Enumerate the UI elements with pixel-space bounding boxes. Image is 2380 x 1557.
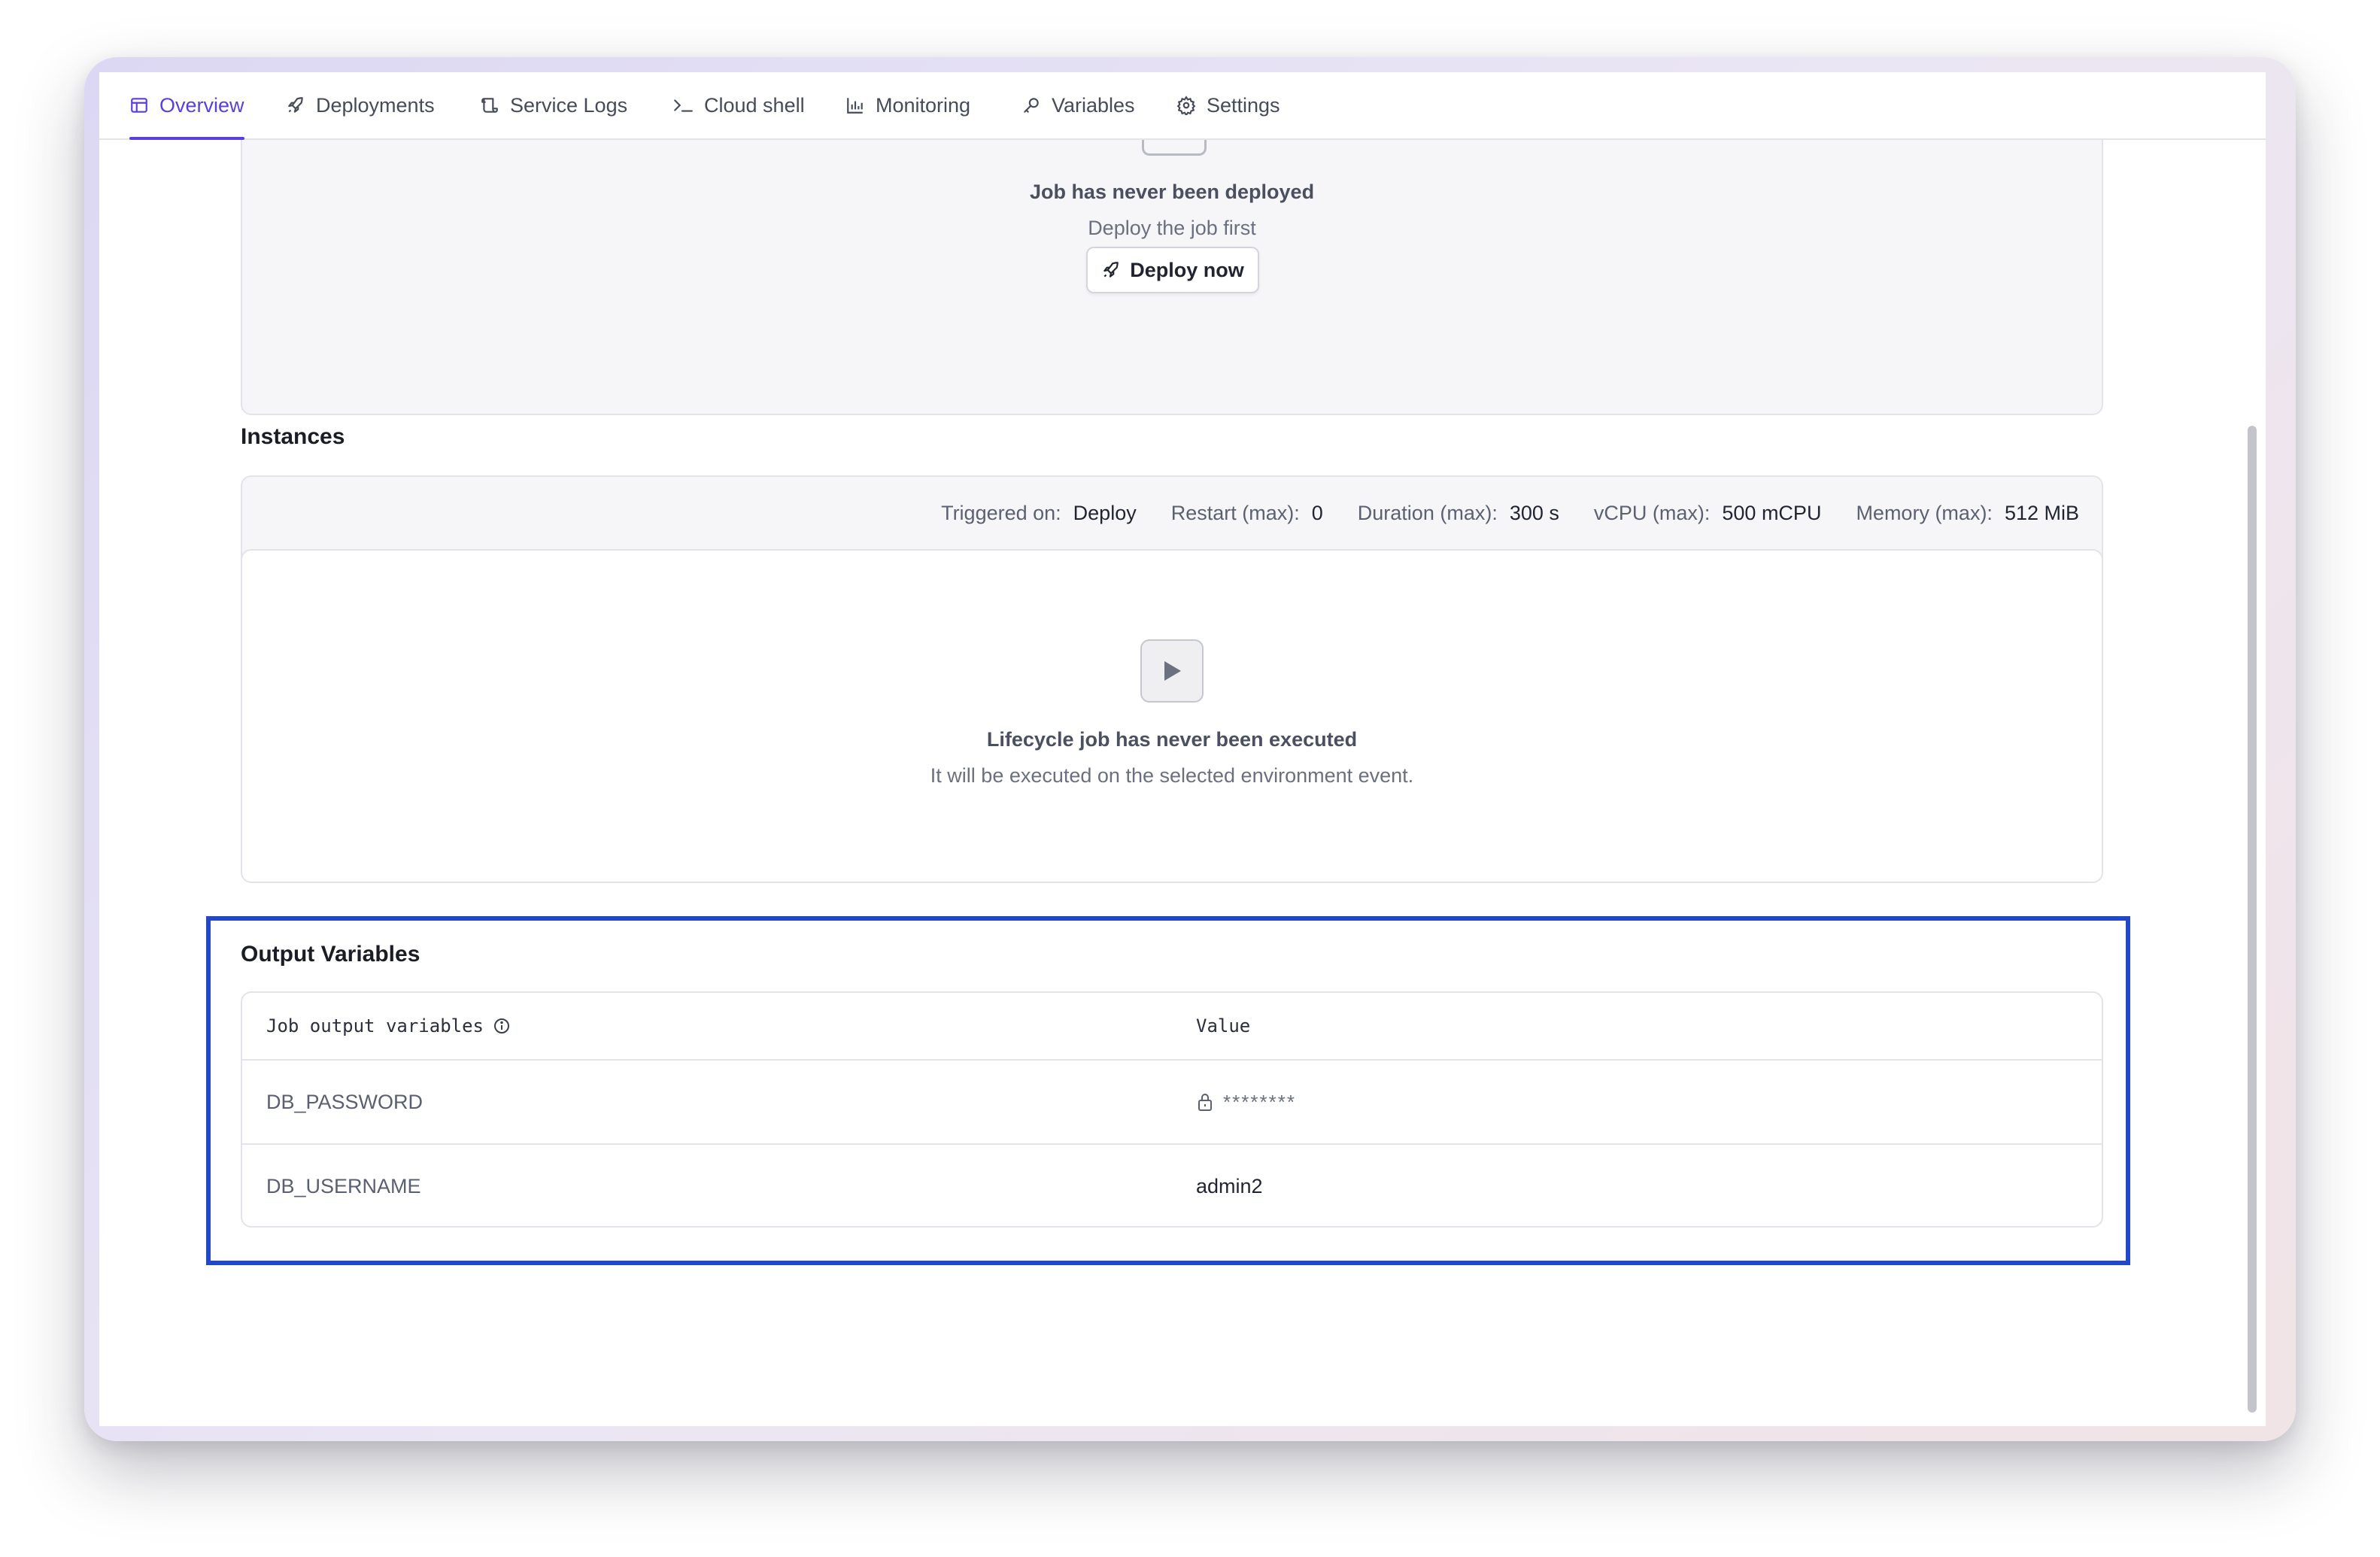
tab-settings[interactable]: Settings: [1176, 72, 1280, 138]
tab-label: Overview: [159, 93, 244, 117]
tab-label: Cloud shell: [704, 93, 805, 117]
deploy-empty-card: Job has never been deployed Deploy the j…: [241, 117, 2103, 415]
deploy-empty-subtitle: Deploy the job first: [1088, 217, 1256, 239]
play-icon: [1140, 639, 1204, 703]
gear-icon: [1176, 96, 1196, 115]
instances-card: Triggered on: Deploy Restart (max): 0 Dura…: [241, 475, 2103, 883]
key-icon: [1024, 98, 1039, 113]
deploy-now-label: Deploy now: [1130, 258, 1244, 281]
chart-icon: [847, 98, 863, 114]
tab-label: Variables: [1052, 93, 1135, 117]
meta-triggered-on: Triggered on: Deploy: [941, 501, 1137, 524]
deploy-now-button[interactable]: Deploy now: [1086, 247, 1259, 293]
tab-label: Settings: [1207, 93, 1280, 117]
tab-deployments[interactable]: Deployments: [286, 72, 435, 138]
tab-label: Monitoring: [876, 93, 971, 117]
highlight-box: [206, 916, 2130, 1265]
vertical-scrollbar[interactable]: [2248, 426, 2257, 1413]
tab-label: Service Logs: [510, 93, 628, 117]
meta-memory: Memory (max): 512 MiB: [1856, 501, 2079, 524]
meta-restart: Restart (max): 0: [1170, 501, 1323, 524]
scroll-icon: [481, 98, 498, 113]
tab-monitoring[interactable]: Monitoring: [845, 72, 970, 138]
instances-empty-subtitle: It will be executed on the selected envi…: [930, 764, 1414, 787]
meta-duration: Duration (max): 300 s: [1357, 501, 1559, 524]
instances-title: Instances: [241, 424, 345, 449]
tab-label: Deployments: [316, 93, 435, 117]
meta-vcpu: vCPU (max): 500 mCPU: [1593, 501, 1822, 524]
tab-cloud-shell[interactable]: Cloud shell: [672, 72, 805, 138]
instance-meta-row: Triggered on: Deploy Restart (max): 0 Dura…: [906, 477, 2079, 549]
tab-service-logs[interactable]: Service Logs: [480, 72, 627, 138]
tab-overview[interactable]: Overview: [129, 72, 244, 140]
deploy-empty-title: Job has never been deployed: [1029, 181, 1315, 203]
terminal-icon: [674, 99, 693, 112]
rocket-icon: [288, 97, 303, 113]
instances-empty-state: Lifecycle job has never been executed It…: [241, 549, 2103, 883]
tab-variables[interactable]: Variables: [1022, 72, 1135, 138]
instances-empty-title: Lifecycle job has never been executed: [986, 728, 1358, 751]
layout-icon: [131, 98, 147, 113]
tab-bar: Overview Deployments Service Logs Cloud …: [99, 72, 2266, 140]
empty-state-icon: [1142, 140, 1207, 156]
rocket-icon: [1103, 262, 1119, 278]
